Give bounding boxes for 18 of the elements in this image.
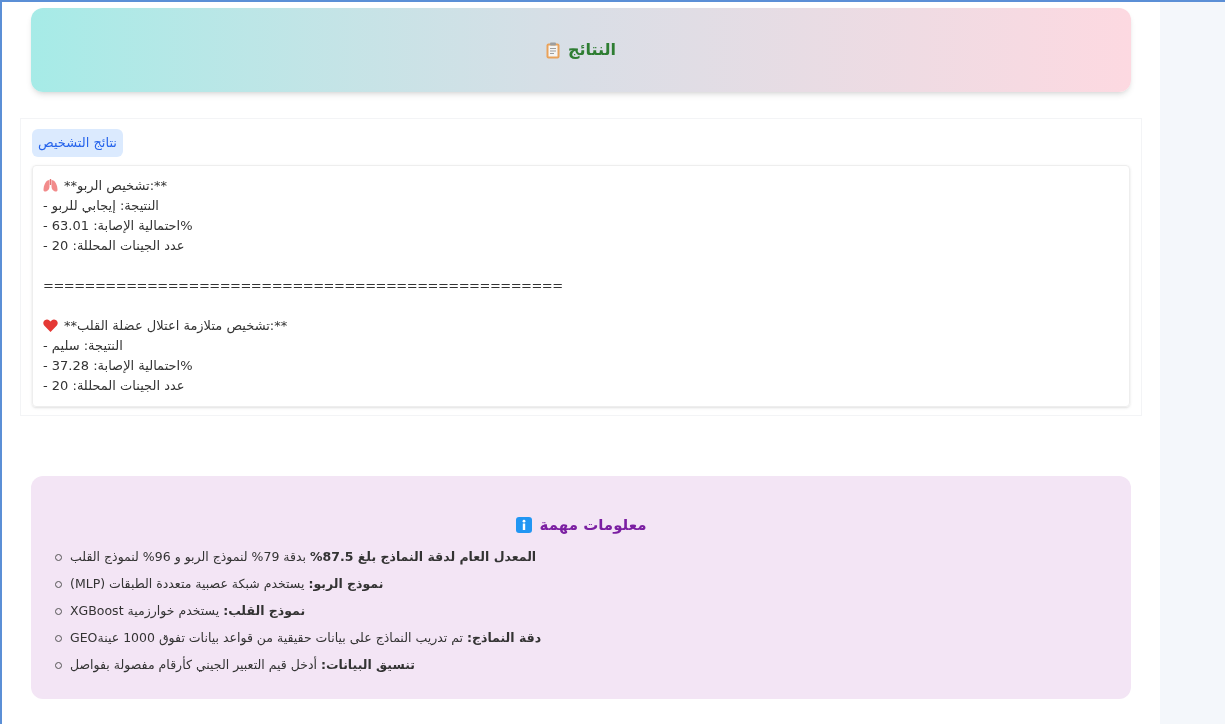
header-title: النتائج (567, 39, 617, 61)
result-line: - احتمالية الإصابة: 63.01% (43, 216, 193, 235)
heart-icon (43, 319, 58, 332)
result-line: - النتيجة: سليم (43, 336, 123, 356)
result-line: - عدد الجينات المحللة: 20 (43, 376, 185, 395)
info-icon (515, 516, 532, 533)
result-line: - احتمالية الإصابة: 37.28% (43, 356, 193, 375)
info-item: تنسيق البيانات: أدخل قيم التعبير الجيني كأرقام مفصولة بفواصل (70, 656, 415, 675)
result-line: - عدد الجينات المحللة: 20 (43, 236, 185, 255)
info-item: المعدل العام لدقة النماذج بلغ 87.5% بدقة 79% لنموذج الربو و 96% لنموذج القلب (70, 548, 537, 567)
diagnosis-heading: **تشخيص متلازمة اعتلال عضلة القلب:** (64, 316, 288, 336)
separator-text: ================================================== (43, 276, 563, 295)
info-title: معلومات مهمة (539, 514, 647, 536)
results-badge: نتائج التشخيص (32, 129, 123, 157)
lungs-icon (43, 179, 58, 192)
diagnosis-heading: **تشخيص الربو:** (64, 176, 168, 196)
clipboard-icon (545, 41, 560, 59)
result-line: - النتيجة: إيجابي للربو (43, 196, 159, 216)
